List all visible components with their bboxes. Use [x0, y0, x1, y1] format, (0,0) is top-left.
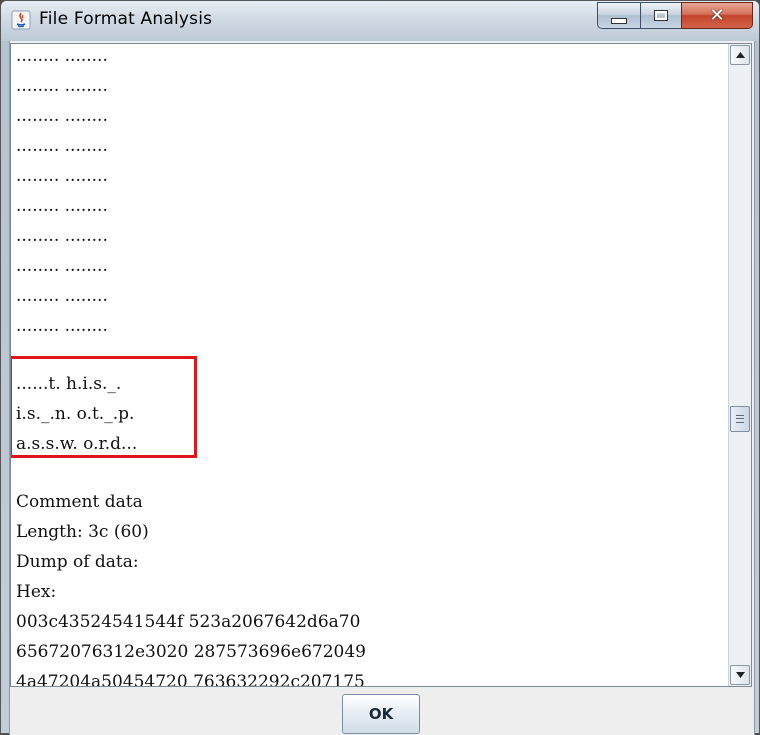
dot-line: ........ ........ — [16, 136, 108, 156]
dialog-window: File Format Analysis ✕ ........ ........… — [0, 0, 760, 735]
close-button[interactable]: ✕ — [681, 2, 753, 29]
info-line: Length: 3c (60) — [16, 522, 149, 542]
grip-icon — [736, 415, 744, 423]
dot-line: ........ ........ — [16, 286, 108, 306]
scroll-down-button[interactable] — [730, 665, 750, 685]
ok-button[interactable]: OK — [342, 694, 420, 734]
dot-line: ........ ........ — [16, 106, 108, 126]
arrow-up-icon — [735, 52, 745, 58]
hex-line: 4a47204a50454720 763632292c207175 — [16, 672, 365, 686]
red-highlight-box — [11, 356, 197, 458]
dot-line: ........ ........ — [16, 226, 108, 246]
title-bar[interactable]: File Format Analysis ✕ — [1, 1, 759, 41]
info-line: Hex: — [16, 582, 57, 602]
dot-line: ........ ........ — [16, 316, 108, 336]
arrow-down-icon — [735, 672, 745, 678]
hex-line: 65672076312e3020 287573696e672049 — [16, 642, 367, 662]
dot-line: ........ ........ — [16, 46, 108, 66]
dot-line: ........ ........ — [16, 166, 108, 186]
maximize-button[interactable] — [640, 2, 682, 29]
window-title: File Format Analysis — [39, 9, 213, 29]
scroll-up-button[interactable] — [730, 45, 750, 65]
info-line: Comment data — [16, 492, 143, 512]
analysis-scroll-pane[interactable]: ........ ........ ........ ........ ....… — [10, 43, 752, 687]
analysis-text-area[interactable]: ........ ........ ........ ........ ....… — [11, 44, 729, 686]
dialog-content: ........ ........ ........ ........ ....… — [9, 41, 755, 735]
dot-line: ........ ........ — [16, 76, 108, 96]
minimize-icon — [611, 17, 627, 24]
vertical-scrollbar[interactable] — [728, 44, 751, 686]
dot-line: ........ ........ — [16, 256, 108, 276]
scrollbar-thumb[interactable] — [730, 406, 750, 432]
info-line: Dump of data: — [16, 552, 139, 572]
minimize-button[interactable] — [597, 2, 641, 29]
java-app-icon — [11, 10, 31, 30]
dot-line: ........ ........ — [16, 196, 108, 216]
maximize-icon — [654, 10, 668, 21]
hex-line: 003c43524541544f 523a2067642d6a70 — [16, 612, 361, 632]
close-icon: ✕ — [709, 4, 725, 26]
